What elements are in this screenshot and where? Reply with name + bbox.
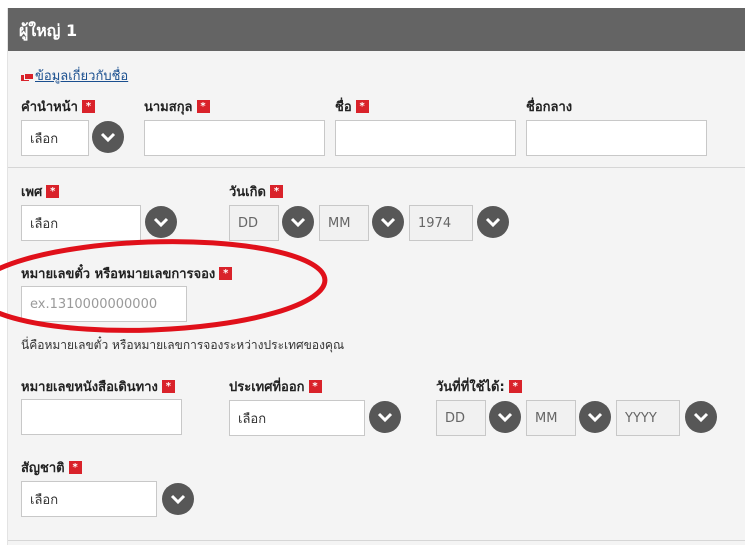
- chevron-down-icon[interactable]: [162, 483, 194, 515]
- dob-year-select[interactable]: 1974: [409, 205, 473, 241]
- name-info-link[interactable]: ข้อมูลเกี่ยวกับชื่อ: [21, 65, 128, 86]
- required-mark: *: [68, 461, 82, 474]
- chevron-down-icon[interactable]: [489, 401, 521, 433]
- info-icon: [21, 72, 34, 81]
- gender-select[interactable]: เลือก: [21, 205, 141, 241]
- middle-name-label: ชื่อกลาง: [526, 100, 573, 115]
- expiry-day-select[interactable]: DD: [436, 400, 486, 436]
- middle-name-input[interactable]: [526, 120, 707, 156]
- issuing-country-select[interactable]: เลือก: [229, 400, 365, 436]
- nationality-label: สัญชาติ *: [21, 457, 82, 478]
- passport-input[interactable]: [21, 399, 182, 435]
- required-mark: *: [355, 100, 369, 113]
- dob-month-select[interactable]: MM: [319, 205, 369, 241]
- dob-label: วันเกิด *: [229, 181, 283, 202]
- chevron-down-icon[interactable]: [145, 206, 177, 238]
- chevron-down-icon[interactable]: [477, 206, 509, 238]
- required-mark: *: [508, 380, 522, 393]
- required-mark: *: [81, 100, 95, 113]
- passenger-panel: ผู้ใหญ่ 1 ข้อมูลเกี่ยวกับชื่อ คำนำหน้า * …: [7, 8, 745, 545]
- chevron-down-icon[interactable]: [579, 401, 611, 433]
- dob-day-select[interactable]: DD: [229, 205, 279, 241]
- passport-label: หมายเลขหนังสือเดินทาง *: [21, 376, 175, 397]
- expiry-month-select[interactable]: MM: [526, 400, 576, 436]
- chevron-down-icon[interactable]: [282, 206, 314, 238]
- surname-input[interactable]: [144, 120, 325, 156]
- chevron-down-icon[interactable]: [369, 401, 401, 433]
- surname-label: นามสกุล *: [144, 96, 210, 117]
- required-mark: *: [308, 380, 322, 393]
- gender-label: เพศ *: [21, 181, 60, 202]
- issuing-country-label: ประเทศที่ออก *: [229, 376, 322, 397]
- ticket-help-text: นี่คือหมายเลขตั๋ว หรือหมายเลขการจองระหว่…: [21, 338, 345, 352]
- panel-header: ผู้ใหญ่ 1: [8, 8, 745, 51]
- required-mark: *: [269, 185, 283, 198]
- chevron-down-icon[interactable]: [685, 401, 717, 433]
- ticket-label: หมายเลขตั๋ว หรือหมายเลขการจอง *: [21, 263, 233, 284]
- first-name-label: ชื่อ *: [335, 96, 369, 117]
- chevron-down-icon[interactable]: [92, 121, 124, 153]
- divider: [8, 540, 745, 541]
- title-label: คำนำหน้า *: [21, 96, 95, 117]
- chevron-down-icon[interactable]: [372, 206, 404, 238]
- required-mark: *: [196, 100, 210, 113]
- expiry-label: วันที่ที่ใช้ได้: *: [436, 376, 522, 397]
- required-mark: *: [219, 267, 233, 280]
- nationality-select[interactable]: เลือก: [21, 481, 157, 517]
- required-mark: *: [161, 380, 175, 393]
- ticket-input[interactable]: ex.1310000000000: [21, 286, 187, 322]
- first-name-input[interactable]: [335, 120, 516, 156]
- panel-title: ผู้ใหญ่ 1: [19, 21, 78, 40]
- expiry-year-select[interactable]: YYYY: [616, 400, 680, 436]
- required-mark: *: [46, 185, 60, 198]
- title-select[interactable]: เลือก: [21, 120, 89, 156]
- divider: [8, 167, 745, 168]
- name-info-link-label: ข้อมูลเกี่ยวกับชื่อ: [35, 69, 129, 84]
